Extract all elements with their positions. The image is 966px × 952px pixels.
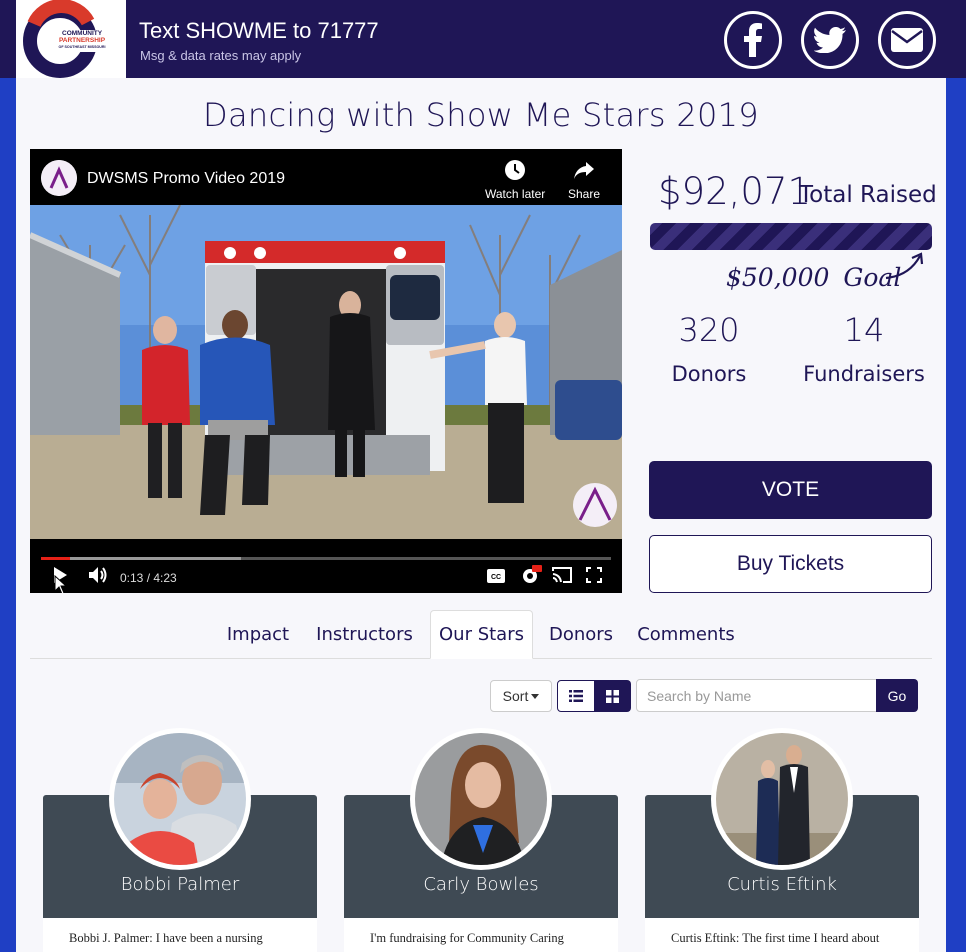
tab-impact[interactable]: Impact [219, 610, 297, 659]
video-frame [30, 205, 622, 539]
video-progress-bar[interactable] [41, 557, 611, 560]
card-body: Curtis Eftink: The first time I heard ab… [645, 918, 919, 952]
raised-label: Total Raised [799, 182, 937, 208]
top-bar: COMMUNITY PARTNERSHIP OF SOUTHEAST MISSO… [0, 0, 966, 78]
tab-instructors[interactable]: Instructors [311, 610, 418, 659]
mouse-cursor-icon [54, 575, 68, 593]
goal-amount: $50,000 [726, 263, 830, 292]
text-to-give-title: Text SHOWME to 71777 [139, 18, 379, 43]
main-panel: Dancing with Show Me Stars 2019 DWSMS Pr… [16, 78, 946, 952]
star-photo[interactable] [109, 728, 251, 870]
svg-text:CC: CC [491, 574, 501, 581]
star-excerpt: I'm fundraising for Community Caring [370, 931, 564, 945]
photo-couple [114, 733, 246, 865]
star-name: Bobbi Palmer [120, 874, 240, 895]
raised-amount: $92,071 [658, 170, 812, 213]
email-icon [891, 28, 923, 52]
star-photo[interactable] [410, 728, 552, 870]
photo-woman [415, 733, 547, 865]
captions-icon[interactable]: CC [487, 569, 505, 583]
caret-down-icon [531, 693, 540, 699]
played-bar [41, 557, 70, 560]
list-icon [569, 690, 583, 702]
grid-icon [606, 689, 619, 703]
video-top-bar: DWSMS Promo Video 2019 Watch later Share [30, 149, 622, 205]
star-name: Curtis Eftink [727, 874, 837, 895]
tab-donors[interactable]: Donors [542, 610, 620, 659]
donors-label: Donors [671, 362, 747, 386]
card-body: I'm fundraising for Community Caring [344, 918, 618, 952]
tab-comments[interactable]: Comments [634, 610, 738, 659]
text-to-give-subtitle: Msg & data rates may apply [140, 48, 302, 63]
share-button[interactable]: Share [568, 159, 600, 201]
channel-avatar[interactable] [41, 160, 77, 196]
video-time: 0:13 / 4:23 [120, 571, 177, 585]
twitter-icon [814, 27, 846, 53]
vote-button[interactable]: VOTE [649, 461, 932, 519]
clock-icon [505, 160, 526, 180]
fundraisers-count: 14 [843, 311, 885, 349]
star-photo[interactable] [711, 728, 853, 870]
facebook-icon [744, 23, 762, 57]
facebook-button[interactable] [724, 11, 782, 69]
search-go-button[interactable]: Go [876, 679, 918, 712]
star-name: Carly Bowles [423, 874, 539, 895]
twitter-button[interactable] [801, 11, 859, 69]
share-icon [574, 162, 595, 179]
page-title: Dancing with Show Me Stars 2019 [203, 96, 759, 134]
watch-later-button[interactable]: Watch later [485, 159, 545, 201]
site-logo[interactable]: COMMUNITY PARTNERSHIP OF SOUTHEAST MISSO… [16, 0, 126, 78]
sort-label: Sort [502, 688, 529, 704]
email-button[interactable] [878, 11, 936, 69]
sort-dropdown[interactable]: Sort [490, 680, 552, 712]
video-title[interactable]: DWSMS Promo Video 2019 [87, 170, 285, 188]
volume-icon[interactable] [88, 566, 108, 584]
video-player[interactable]: DWSMS Promo Video 2019 Watch later Share [30, 149, 622, 593]
buffered-bar [41, 557, 241, 560]
fundraisers-label: Fundraisers [803, 362, 925, 386]
buy-tickets-button[interactable]: Buy Tickets [649, 535, 932, 593]
photo-couple-formal [716, 733, 848, 865]
logo-text: COMMUNITY PARTNERSHIP OF SOUTHEAST MISSO… [58, 30, 106, 49]
cast-icon[interactable] [552, 567, 572, 583]
fullscreen-icon[interactable] [586, 567, 602, 583]
grid-view-button[interactable] [594, 680, 631, 712]
tab-our-stars[interactable]: Our Stars [430, 610, 533, 659]
search-input[interactable] [636, 679, 877, 712]
star-excerpt: Curtis Eftink: The first time I heard ab… [671, 931, 880, 945]
goal-text: $50,000 Goal [726, 263, 901, 292]
fundraising-progress-bar [650, 223, 932, 250]
card-body: Bobbi J. Palmer: I have been a nursing [43, 918, 317, 952]
curved-arrow-icon [885, 252, 924, 280]
donors-count: 320 [678, 311, 740, 349]
star-excerpt: Bobbi J. Palmer: I have been a nursing [69, 931, 263, 945]
list-view-button[interactable] [557, 680, 595, 712]
video-controls: 0:13 / 4:23 CC [30, 539, 622, 593]
settings-icon[interactable] [520, 565, 542, 585]
